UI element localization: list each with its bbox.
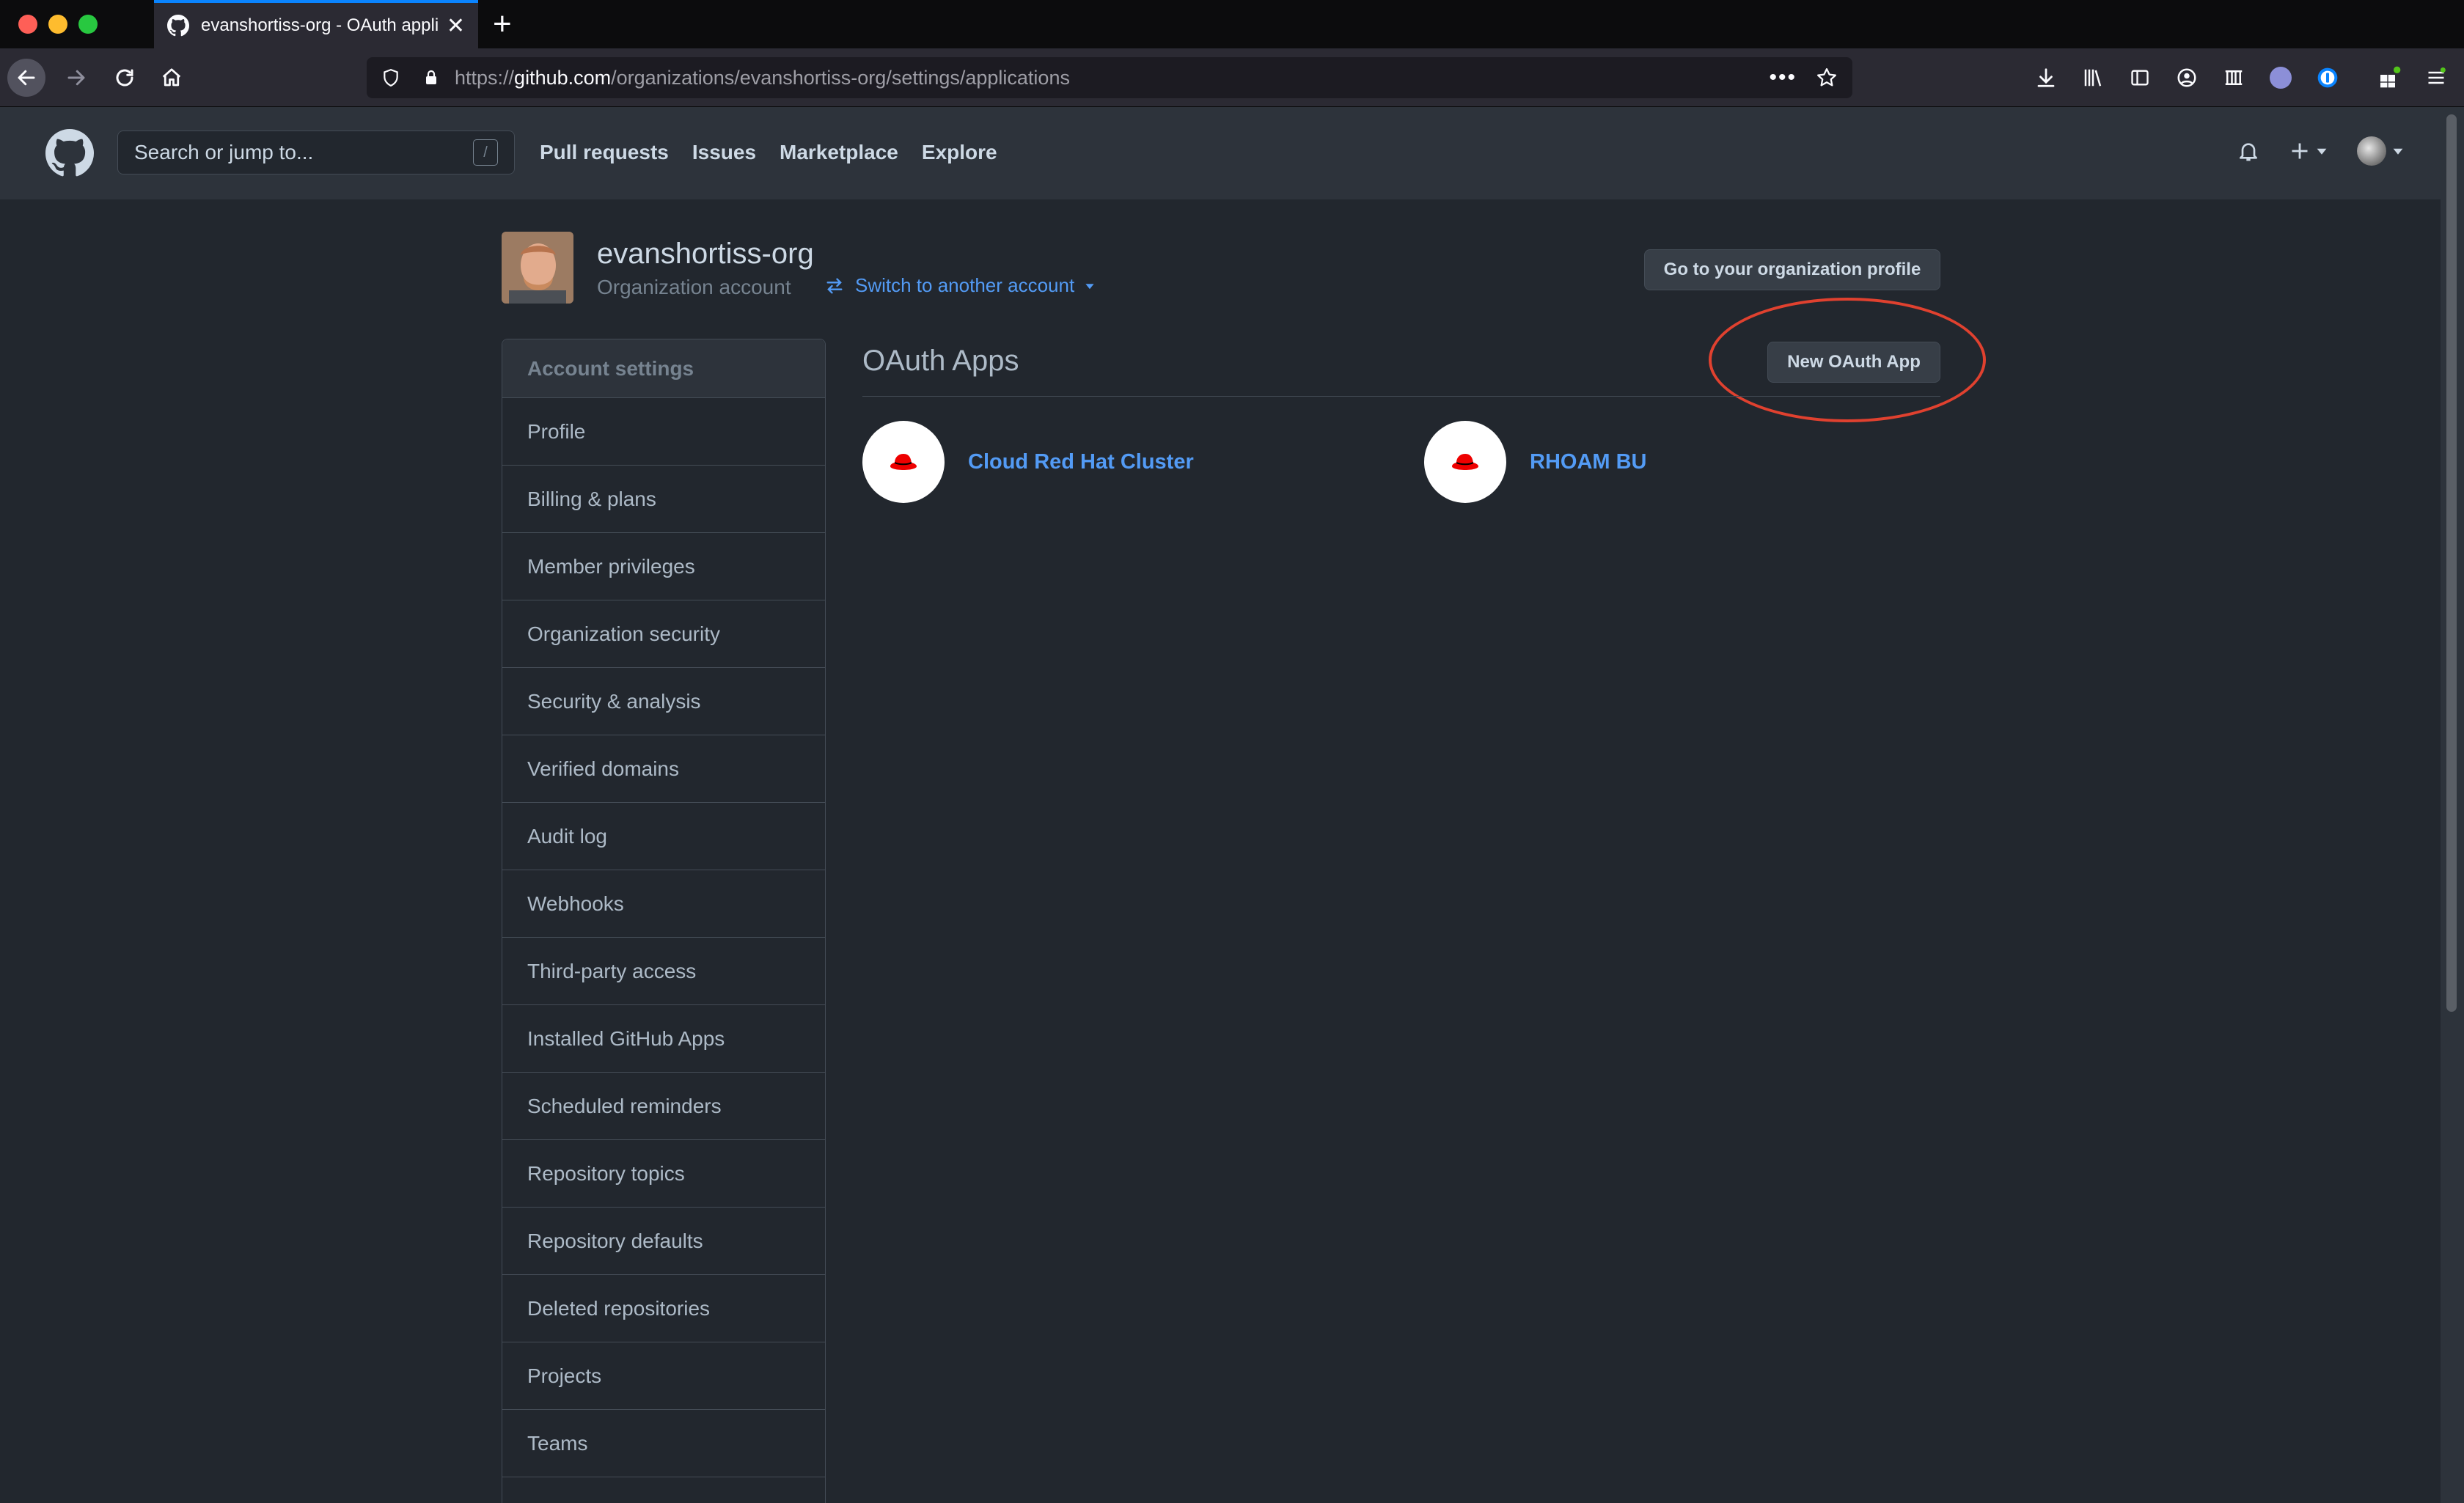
back-button[interactable] [7,59,45,97]
tab-title: evanshortiss-org - OAuth appli [201,15,439,35]
browser-tab-bar: evanshortiss-org - OAuth appli ✕ + [0,0,2464,48]
sidebar-item-billing[interactable]: Billing & plans [502,466,825,533]
url-host: github.com [514,66,612,89]
sidebar-toggle-icon[interactable] [2124,62,2156,94]
browser-tab[interactable]: evanshortiss-org - OAuth appli ✕ [154,0,478,48]
app-link[interactable]: Cloud Red Hat Cluster [968,450,1194,474]
notification-bell-icon[interactable] [2237,138,2260,164]
sidebar-item-audit-log[interactable]: Audit log [502,803,825,870]
arrow-right-icon [67,70,85,86]
org-profile-button[interactable]: Go to your organization profile [1644,249,1940,290]
header-actions [2237,136,2404,166]
shield-icon [384,69,398,87]
downloads-icon[interactable] [2030,62,2062,94]
url-text: https://github.com/organizations/evansho… [455,67,1769,89]
caret-down-icon [2393,148,2403,155]
red-hat-logo-icon [1452,454,1478,470]
search-box: / [117,131,515,174]
page-title: OAuth Apps [862,345,1019,377]
sidebar-item-verified-domains[interactable]: Verified domains [502,735,825,803]
oauth-app-item: Cloud Red Hat Cluster [862,421,1194,503]
url-scheme: https:// [455,66,515,89]
sidebar-item-installed-github-apps[interactable]: Installed GitHub Apps [502,1005,825,1073]
page-scrollbar[interactable] [2441,107,2464,1503]
extension-grid-icon[interactable] [2218,62,2250,94]
nav-issues[interactable]: Issues [692,141,756,164]
home-icon [162,68,181,87]
primary-nav: Pull requests Issues Marketplace Explore [540,141,997,164]
sidebar-item-repository-defaults[interactable]: Repository defaults [502,1208,825,1275]
nav-pull-requests[interactable]: Pull requests [540,141,669,164]
close-window-button[interactable] [18,15,37,34]
sidebar-item-member-privileges[interactable]: Member privileges [502,533,825,600]
close-tab-icon[interactable]: ✕ [447,13,465,39]
reload-icon [116,69,133,87]
app-menu-icon[interactable] [2420,62,2452,94]
nav-explore[interactable]: Explore [922,141,997,164]
nav-marketplace[interactable]: Marketplace [780,141,898,164]
settings-sidebar: Account settings Profile Billing & plans… [502,339,826,1503]
divider [862,396,1940,397]
sidebar-item-third-party-access[interactable]: Third-party access [502,938,825,1005]
bookmark-star-icon[interactable] [1816,67,1838,89]
sidebar-heading: Account settings [502,339,825,398]
extension-avatar-icon[interactable] [2265,62,2297,94]
sidebar-item-repository-topics[interactable]: Repository topics [502,1140,825,1208]
app-avatar[interactable] [1424,421,1506,503]
avatar [2357,136,2386,166]
scrollbar-thumb[interactable] [2446,114,2457,1012]
sidebar-item-scheduled-reminders[interactable]: Scheduled reminders [502,1073,825,1140]
github-header: / Pull requests Issues Marketplace Explo… [0,107,2441,199]
address-bar[interactable]: https://github.com/organizations/evansho… [367,57,1852,98]
switch-account-label: Switch to another account [855,274,1075,296]
password-manager-icon[interactable] [2311,62,2344,94]
sidebar-item-deleted-repositories[interactable]: Deleted repositories [502,1275,825,1342]
search-input[interactable] [134,141,473,164]
sidebar-item-profile[interactable]: Profile [502,398,825,466]
library-icon[interactable] [2077,62,2109,94]
url-path: /organizations/evanshortiss-org/settings… [611,66,1070,89]
sidebar-item-organization-security[interactable]: Organization security [502,600,825,668]
org-name: evanshortiss-org [597,238,814,270]
sidebar-item-security-analysis[interactable]: Security & analysis [502,668,825,735]
plus-icon [2292,143,2308,159]
minimize-window-button[interactable] [48,15,67,34]
red-hat-logo-icon [890,454,917,470]
more-actions-icon[interactable]: ••• [1769,65,1797,90]
switch-account-link[interactable]: Switch to another account [824,274,1095,297]
sidebar-item-teams[interactable]: Teams [502,1410,825,1477]
forward-button[interactable] [57,59,95,97]
caret-down-icon [1085,283,1094,289]
github-logo-icon[interactable] [45,129,94,177]
arrow-switch-icon [826,278,843,293]
app-link[interactable]: RHOAM BU [1530,450,1647,474]
account-icon[interactable] [2171,62,2203,94]
github-favicon-icon [167,15,189,37]
extensions-icon[interactable] [2373,62,2405,94]
user-menu-dropdown[interactable] [2357,136,2404,166]
browser-toolbar: https://github.com/organizations/evansho… [0,48,2464,107]
app-avatar[interactable] [862,421,945,503]
person-photo-icon [502,232,573,304]
sidebar-item-projects[interactable]: Projects [502,1342,825,1410]
create-new-dropdown[interactable] [2289,141,2328,161]
oauth-app-item: RHOAM BU [1424,421,1647,503]
new-tab-button[interactable]: + [493,6,512,43]
reload-button[interactable] [106,59,144,97]
zoom-window-button[interactable] [78,15,98,34]
caret-down-icon [2317,148,2327,155]
annotation-circle [1709,298,1986,422]
home-button[interactable] [153,59,191,97]
lock-icon [426,70,436,84]
arrow-left-icon [18,70,35,86]
search-shortcut-key: / [473,139,498,166]
sidebar-item-webhooks[interactable]: Webhooks [502,870,825,938]
org-account-type: Organization account [597,276,791,298]
org-avatar [502,232,573,304]
